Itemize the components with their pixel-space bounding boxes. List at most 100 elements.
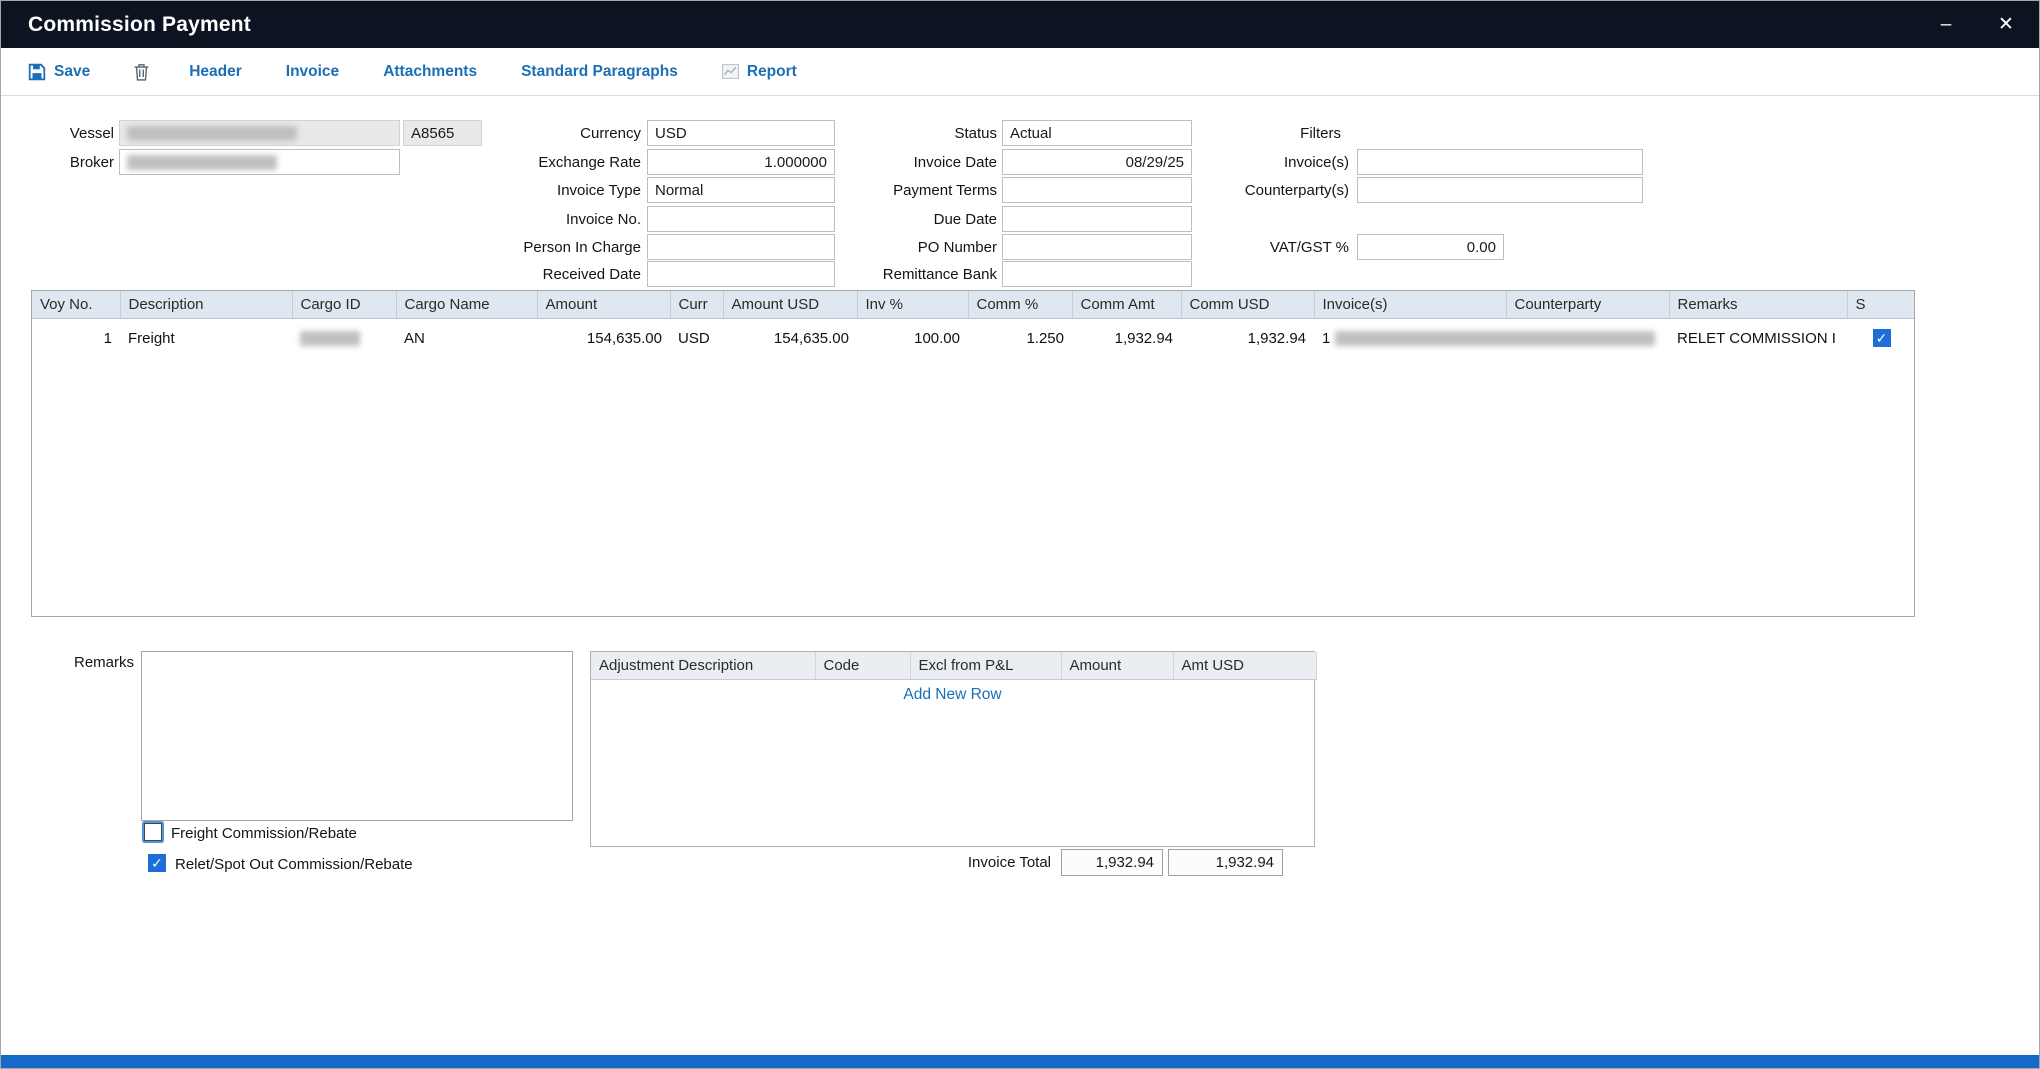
person-in-charge-label: Person In Charge — [421, 234, 641, 260]
window-controls: – ✕ — [1931, 1, 2021, 48]
broker-label: Broker — [1, 149, 114, 175]
col-invoices[interactable]: Invoice(s) — [1314, 291, 1506, 318]
invoice-total-label: Invoice Total — [881, 849, 1051, 876]
cell-cargo-id — [292, 318, 396, 354]
invoice-no-label: Invoice No. — [421, 206, 641, 232]
remittance-bank-label: Remittance Bank — [791, 261, 997, 287]
cell-invoices: 1 — [1314, 318, 1506, 354]
filter-counterparty-label: Counterparty(s) — [1151, 177, 1349, 203]
filter-counterparty-field[interactable] — [1357, 177, 1643, 203]
col-comm-usd[interactable]: Comm USD — [1181, 291, 1314, 318]
adjustments-table: Adjustment Description Code Excl from P&… — [590, 651, 1315, 847]
cell-inv-pct: 100.00 — [857, 318, 968, 354]
remarks-label: Remarks — [1, 651, 134, 673]
col-amount-usd[interactable]: Amount USD — [723, 291, 857, 318]
col-cargo-id[interactable]: Cargo ID — [292, 291, 396, 318]
report-label: Report — [747, 63, 797, 81]
invoices-value: 1 — [1322, 330, 1330, 347]
invoice-type-label: Invoice Type — [421, 177, 641, 203]
vat-label: VAT/GST % — [1151, 234, 1349, 260]
cell-voy-no: 1 — [32, 318, 120, 354]
vat-field[interactable]: 0.00 — [1357, 234, 1504, 260]
cell-remarks: RELET COMMISSION I — [1669, 318, 1847, 354]
table-header-row: Voy No. Description Cargo ID Cargo Name … — [32, 291, 1915, 318]
freight-commission-label: Freight Commission/Rebate — [171, 825, 357, 842]
delete-button[interactable] — [134, 63, 149, 81]
save-button[interactable]: Save — [28, 63, 90, 81]
header-button[interactable]: Header — [189, 63, 242, 81]
cell-cargo-name: AN — [396, 318, 537, 354]
adj-col-excl[interactable]: Excl from P&L — [910, 652, 1061, 679]
cell-amount-usd: 154,635.00 — [723, 318, 857, 354]
col-inv-pct[interactable]: Inv % — [857, 291, 968, 318]
currency-label: Currency — [421, 120, 641, 146]
adj-col-amt-usd[interactable]: Amt USD — [1173, 652, 1316, 679]
received-date-label: Received Date — [421, 261, 641, 287]
cell-comm-usd: 1,932.94 — [1181, 318, 1314, 354]
cell-amount: 154,635.00 — [537, 318, 670, 354]
col-comm-amt[interactable]: Comm Amt — [1072, 291, 1181, 318]
due-date-label: Due Date — [791, 206, 997, 232]
adj-col-code[interactable]: Code — [815, 652, 910, 679]
standard-paragraphs-button[interactable]: Standard Paragraphs — [521, 63, 678, 81]
status-label: Status — [791, 120, 997, 146]
cell-curr: USD — [670, 318, 723, 354]
save-label: Save — [54, 63, 90, 81]
invoice-button[interactable]: Invoice — [286, 63, 339, 81]
invoice-total-amount-usd: 1,932.94 — [1168, 849, 1283, 876]
broker-redacted — [127, 155, 277, 170]
commission-items-table: Voy No. Description Cargo ID Cargo Name … — [31, 290, 1915, 617]
commission-payment-window: Commission Payment – ✕ Save Header Invoi… — [0, 0, 2040, 1069]
broker-field[interactable] — [119, 149, 400, 175]
vessel-field[interactable] — [119, 120, 400, 146]
row-select-checkbox[interactable] — [1873, 329, 1891, 347]
minimize-icon[interactable]: – — [1931, 1, 1961, 48]
col-description[interactable]: Description — [120, 291, 292, 318]
exchange-rate-label: Exchange Rate — [421, 149, 641, 175]
po-number-label: PO Number — [791, 234, 997, 260]
cell-selected — [1847, 318, 1915, 354]
vessel-label: Vessel — [1, 120, 114, 146]
titlebar: Commission Payment – ✕ — [1, 1, 2039, 48]
invoices-redacted — [1335, 331, 1655, 346]
col-counterparty[interactable]: Counterparty — [1506, 291, 1669, 318]
col-amount[interactable]: Amount — [537, 291, 670, 318]
col-selected[interactable]: S — [1847, 291, 1915, 318]
remittance-bank-field[interactable] — [1002, 261, 1192, 287]
relet-commission-checkbox[interactable] — [148, 854, 166, 872]
col-comm-pct[interactable]: Comm % — [968, 291, 1072, 318]
invoice-date-label: Invoice Date — [791, 149, 997, 175]
bottom-accent-bar — [1, 1055, 2039, 1068]
invoice-total-amount: 1,932.94 — [1061, 849, 1163, 876]
table-row[interactable]: 1 Freight AN 154,635.00 USD 154,635.00 1… — [32, 318, 1915, 354]
col-cargo-name[interactable]: Cargo Name — [396, 291, 537, 318]
report-button[interactable]: Report — [722, 63, 797, 81]
col-remarks[interactable]: Remarks — [1669, 291, 1847, 318]
vessel-redacted — [127, 126, 297, 141]
filters-label: Filters — [1151, 120, 1341, 146]
due-date-field[interactable] — [1002, 206, 1192, 232]
save-icon — [28, 63, 46, 81]
attachments-button[interactable]: Attachments — [383, 63, 477, 81]
payment-terms-label: Payment Terms — [791, 177, 997, 203]
window-title: Commission Payment — [28, 13, 251, 37]
remarks-textarea[interactable] — [141, 651, 573, 821]
toolbar: Save Header Invoice Attachments Standard… — [1, 48, 2039, 96]
report-icon — [722, 64, 739, 79]
cell-comm-pct: 1.250 — [968, 318, 1072, 354]
adj-col-description[interactable]: Adjustment Description — [591, 652, 815, 679]
col-curr[interactable]: Curr — [670, 291, 723, 318]
cell-comm-amt: 1,932.94 — [1072, 318, 1181, 354]
cargo-id-redacted — [300, 331, 360, 346]
col-voy-no[interactable]: Voy No. — [32, 291, 120, 318]
filter-invoices-label: Invoice(s) — [1151, 149, 1349, 175]
freight-commission-checkbox[interactable] — [144, 823, 162, 841]
add-new-row-link[interactable]: Add New Row — [591, 686, 1314, 704]
cell-description: Freight — [120, 318, 292, 354]
adjustments-header-row: Adjustment Description Code Excl from P&… — [591, 652, 1316, 679]
relet-commission-label: Relet/Spot Out Commission/Rebate — [175, 856, 413, 873]
adj-col-amount[interactable]: Amount — [1061, 652, 1173, 679]
filter-invoices-field[interactable] — [1357, 149, 1643, 175]
trash-icon — [134, 63, 149, 81]
close-icon[interactable]: ✕ — [1991, 1, 2021, 48]
